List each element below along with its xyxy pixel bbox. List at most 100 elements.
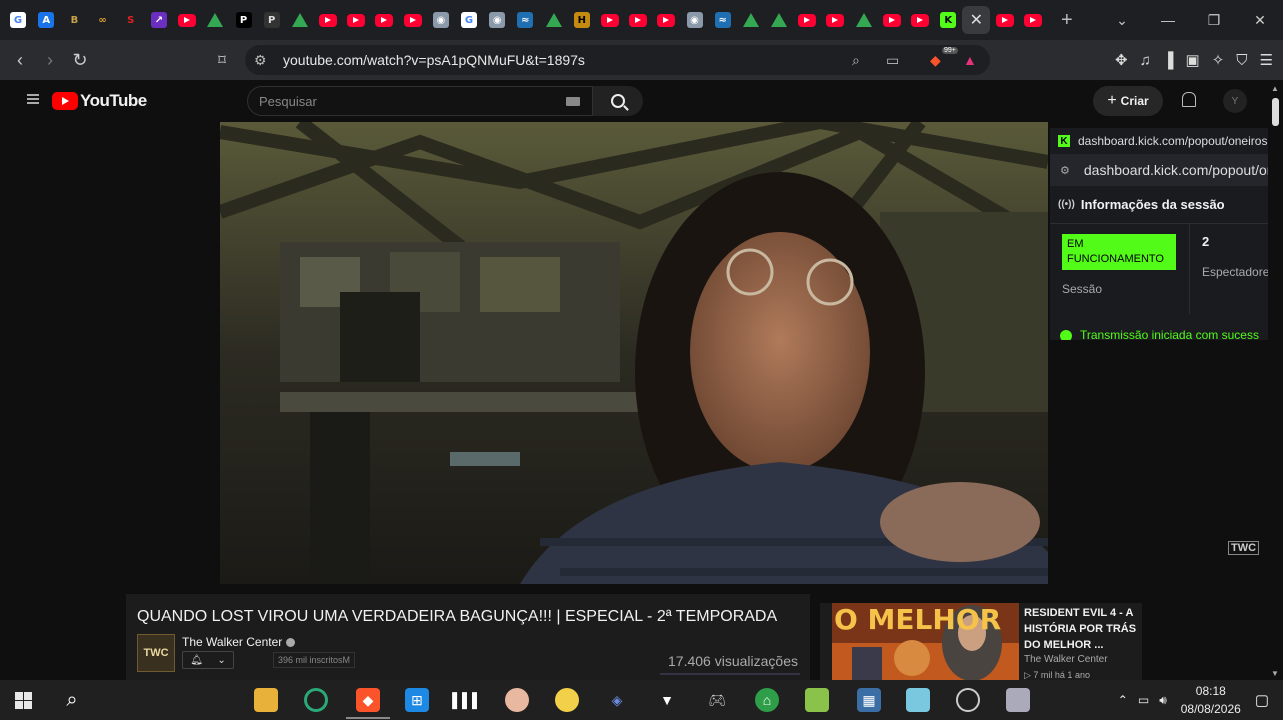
browser-tab[interactable]: P (230, 6, 258, 34)
user-avatar[interactable]: Y (1223, 89, 1247, 113)
browser-tab[interactable] (765, 6, 793, 34)
app-green-icon[interactable]: ⌂ (755, 688, 779, 712)
recommended-channel[interactable]: The Walker Center (1024, 654, 1108, 665)
search-button[interactable] (593, 86, 643, 116)
browser-tab[interactable]: P (258, 6, 286, 34)
browser-tab[interactable] (737, 6, 765, 34)
browser-tab[interactable] (991, 6, 1019, 34)
leo-ai-icon[interactable]: ✧ (1212, 51, 1225, 69)
back-icon[interactable]: ‹ (5, 50, 35, 71)
notifications-bell-icon[interactable] (1180, 91, 1196, 109)
recommended-video[interactable]: O MELHOR RESIDENT EVIL 4 - A HISTÓRIA PO… (820, 603, 1142, 680)
close-window-icon[interactable]: ✕ (1237, 12, 1283, 29)
clock[interactable]: 08:18 08/08/2026 (1181, 682, 1241, 718)
pig-app-icon[interactable] (505, 688, 529, 712)
forward-icon[interactable]: › (35, 50, 65, 71)
file-explorer-icon[interactable] (254, 688, 278, 712)
wallet-icon[interactable]: ▣ (1186, 51, 1200, 69)
notifications-icon[interactable]: ▢ (1255, 691, 1269, 709)
browser-tab[interactable]: ∞ (89, 6, 117, 34)
brave-browser-icon[interactable]: ◆ (346, 688, 390, 719)
browser-tab[interactable] (1019, 6, 1047, 34)
video-player[interactable] (220, 122, 1048, 584)
browser-tab[interactable] (821, 6, 849, 34)
browser-tab[interactable]: ◉ (427, 6, 455, 34)
scroll-down-icon[interactable]: ▼ (1271, 669, 1279, 678)
tab-search-icon[interactable]: ⌄ (1099, 12, 1145, 29)
app-circle-icon[interactable] (304, 688, 328, 712)
site-settings-icon[interactable]: ⚙ (254, 52, 267, 69)
windows-start-icon[interactable] (15, 692, 32, 709)
active-tab[interactable]: ✕ (962, 6, 991, 34)
extensions-icon[interactable]: ✥ (1115, 51, 1128, 69)
keyboard-icon[interactable] (566, 97, 580, 106)
obs-icon[interactable] (956, 688, 980, 712)
menu-icon[interactable]: ☰ (1260, 51, 1273, 69)
url-field[interactable]: ⚙ youtube.com/watch?v=psA1pQNMuFU&t=1897… (245, 45, 990, 75)
vpn-icon[interactable]: ⛉ (1236, 52, 1247, 69)
channel-name-row[interactable]: The Walker Center (182, 635, 296, 649)
browser-tab[interactable]: S (117, 6, 145, 34)
browser-tab[interactable] (624, 6, 652, 34)
rewards-icon[interactable]: ▲ (963, 52, 977, 68)
browser-tab[interactable]: G (4, 6, 32, 34)
bookmark-icon[interactable]: ⌑ (207, 51, 237, 69)
notes-icon[interactable] (906, 688, 930, 712)
channel-avatar[interactable]: TWC (137, 634, 175, 672)
calculator-icon[interactable]: ▦ (857, 688, 881, 712)
cast-icon[interactable]: ▭ (886, 52, 899, 69)
browser-tab[interactable] (370, 6, 398, 34)
network-app-icon[interactable]: ◈ (605, 688, 629, 712)
browser-tab[interactable] (793, 6, 821, 34)
minimize-icon[interactable]: — (1145, 12, 1191, 28)
browser-tab[interactable]: ≈ (511, 6, 539, 34)
browser-tab[interactable]: ◉ (681, 6, 709, 34)
browser-tab[interactable]: ↗ (145, 6, 173, 34)
hamburger-menu-icon[interactable] (27, 94, 39, 104)
search-icon[interactable]: ⌕ (60, 688, 84, 712)
gamepad-icon[interactable]: 🎮︎ (705, 688, 729, 712)
page-scrollbar[interactable]: ▲ ▼ (1268, 80, 1283, 680)
site-settings-icon[interactable]: ⚙ (1060, 164, 1070, 177)
new-tab-button[interactable]: + (1061, 9, 1073, 32)
store-icon[interactable]: ⊞ (405, 688, 429, 712)
volume-icon[interactable]: 🔊︎ (1159, 693, 1167, 708)
fox-app-icon[interactable]: ▼ (655, 688, 679, 712)
brave-shield-icon[interactable]: ◆ (930, 52, 941, 69)
device-icon[interactable] (1006, 688, 1030, 712)
reload-icon[interactable]: ↻ (65, 50, 95, 71)
archive-icon[interactable] (805, 688, 829, 712)
zoom-icon[interactable]: ⌕ (852, 52, 860, 69)
network-icon[interactable]: ▭ (1138, 693, 1149, 707)
chevron-up-icon[interactable]: ⌃ (1118, 693, 1128, 707)
youtube-logo[interactable]: YouTube (52, 91, 147, 111)
browser-tab[interactable]: ◉ (483, 6, 511, 34)
scroll-up-icon[interactable]: ▲ (1271, 84, 1279, 93)
recommended-thumbnail[interactable]: O MELHOR (832, 603, 1019, 680)
scrollbar-thumb[interactable] (1272, 98, 1279, 126)
browser-tab[interactable]: ≈ (709, 6, 737, 34)
audio-app-icon[interactable]: ▌▌▌ (452, 688, 482, 712)
browser-tab[interactable] (652, 6, 680, 34)
close-icon[interactable]: ✕ (970, 10, 983, 30)
browser-tab[interactable] (342, 6, 370, 34)
bee-app-icon[interactable] (555, 688, 579, 712)
search-input[interactable] (259, 87, 559, 115)
notification-bell-button[interactable]: 🔔︎ ⌄ (182, 651, 234, 669)
music-icon[interactable]: ♫ (1140, 52, 1151, 69)
browser-tab[interactable] (878, 6, 906, 34)
browser-tab[interactable] (906, 6, 934, 34)
channel-watermark[interactable]: TWC (1228, 541, 1260, 555)
browser-tab[interactable] (173, 6, 201, 34)
browser-tab[interactable] (850, 6, 878, 34)
browser-tab[interactable]: G (455, 6, 483, 34)
browser-tab[interactable] (314, 6, 342, 34)
browser-tab[interactable] (399, 6, 427, 34)
create-button[interactable]: + Criar (1093, 86, 1163, 116)
browser-tab[interactable]: H (568, 6, 596, 34)
browser-tab[interactable]: A (32, 6, 60, 34)
browser-tab[interactable]: B (60, 6, 88, 34)
sidebar-icon[interactable]: ▐ (1163, 52, 1174, 69)
browser-tab[interactable] (201, 6, 229, 34)
browser-tab[interactable] (286, 6, 314, 34)
